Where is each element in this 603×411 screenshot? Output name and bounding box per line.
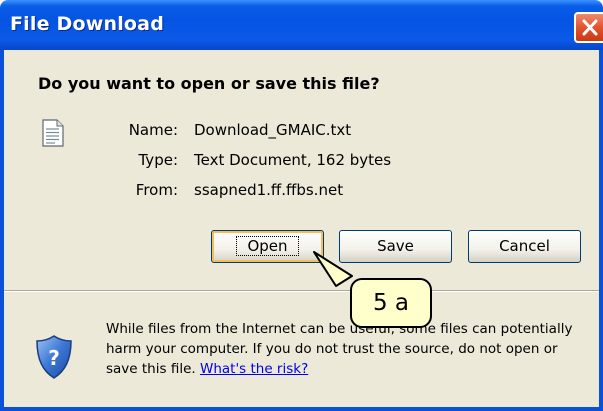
close-icon <box>582 19 598 36</box>
file-name-value: Download_GMAIC.txt <box>194 121 352 139</box>
dialog-question: Do you want to open or save this file? <box>38 74 380 93</box>
warning-text: While files from the Internet can be use… <box>106 321 573 377</box>
file-type-label: Type: <box>138 151 178 169</box>
security-warning: While files from the Internet can be use… <box>106 319 586 379</box>
svg-text:?: ? <box>48 346 60 370</box>
title-bar[interactable]: File Download <box>0 0 603 50</box>
file-name-label: Name: <box>128 121 178 139</box>
close-button[interactable] <box>574 12 603 43</box>
risk-link[interactable]: What's the risk? <box>200 361 308 377</box>
file-download-dialog: File Download Do you want to open or sav… <box>0 0 603 411</box>
file-from-label: From: <box>135 181 178 199</box>
dialog-separator <box>4 290 599 292</box>
window-frame-bottom <box>0 407 603 411</box>
window-frame-right <box>599 50 603 411</box>
cancel-button[interactable]: Cancel <box>468 230 581 263</box>
annotation-callout: 5 a <box>350 278 432 328</box>
shield-question-icon: ? <box>34 334 74 384</box>
callout-label: 5 a <box>372 290 410 316</box>
window-title: File Download <box>10 13 164 35</box>
file-from-value: ssapned1.ff.ffbs.net <box>194 181 344 199</box>
open-button-label: Open <box>236 236 299 256</box>
file-type-value: Text Document, 162 bytes <box>194 151 392 169</box>
